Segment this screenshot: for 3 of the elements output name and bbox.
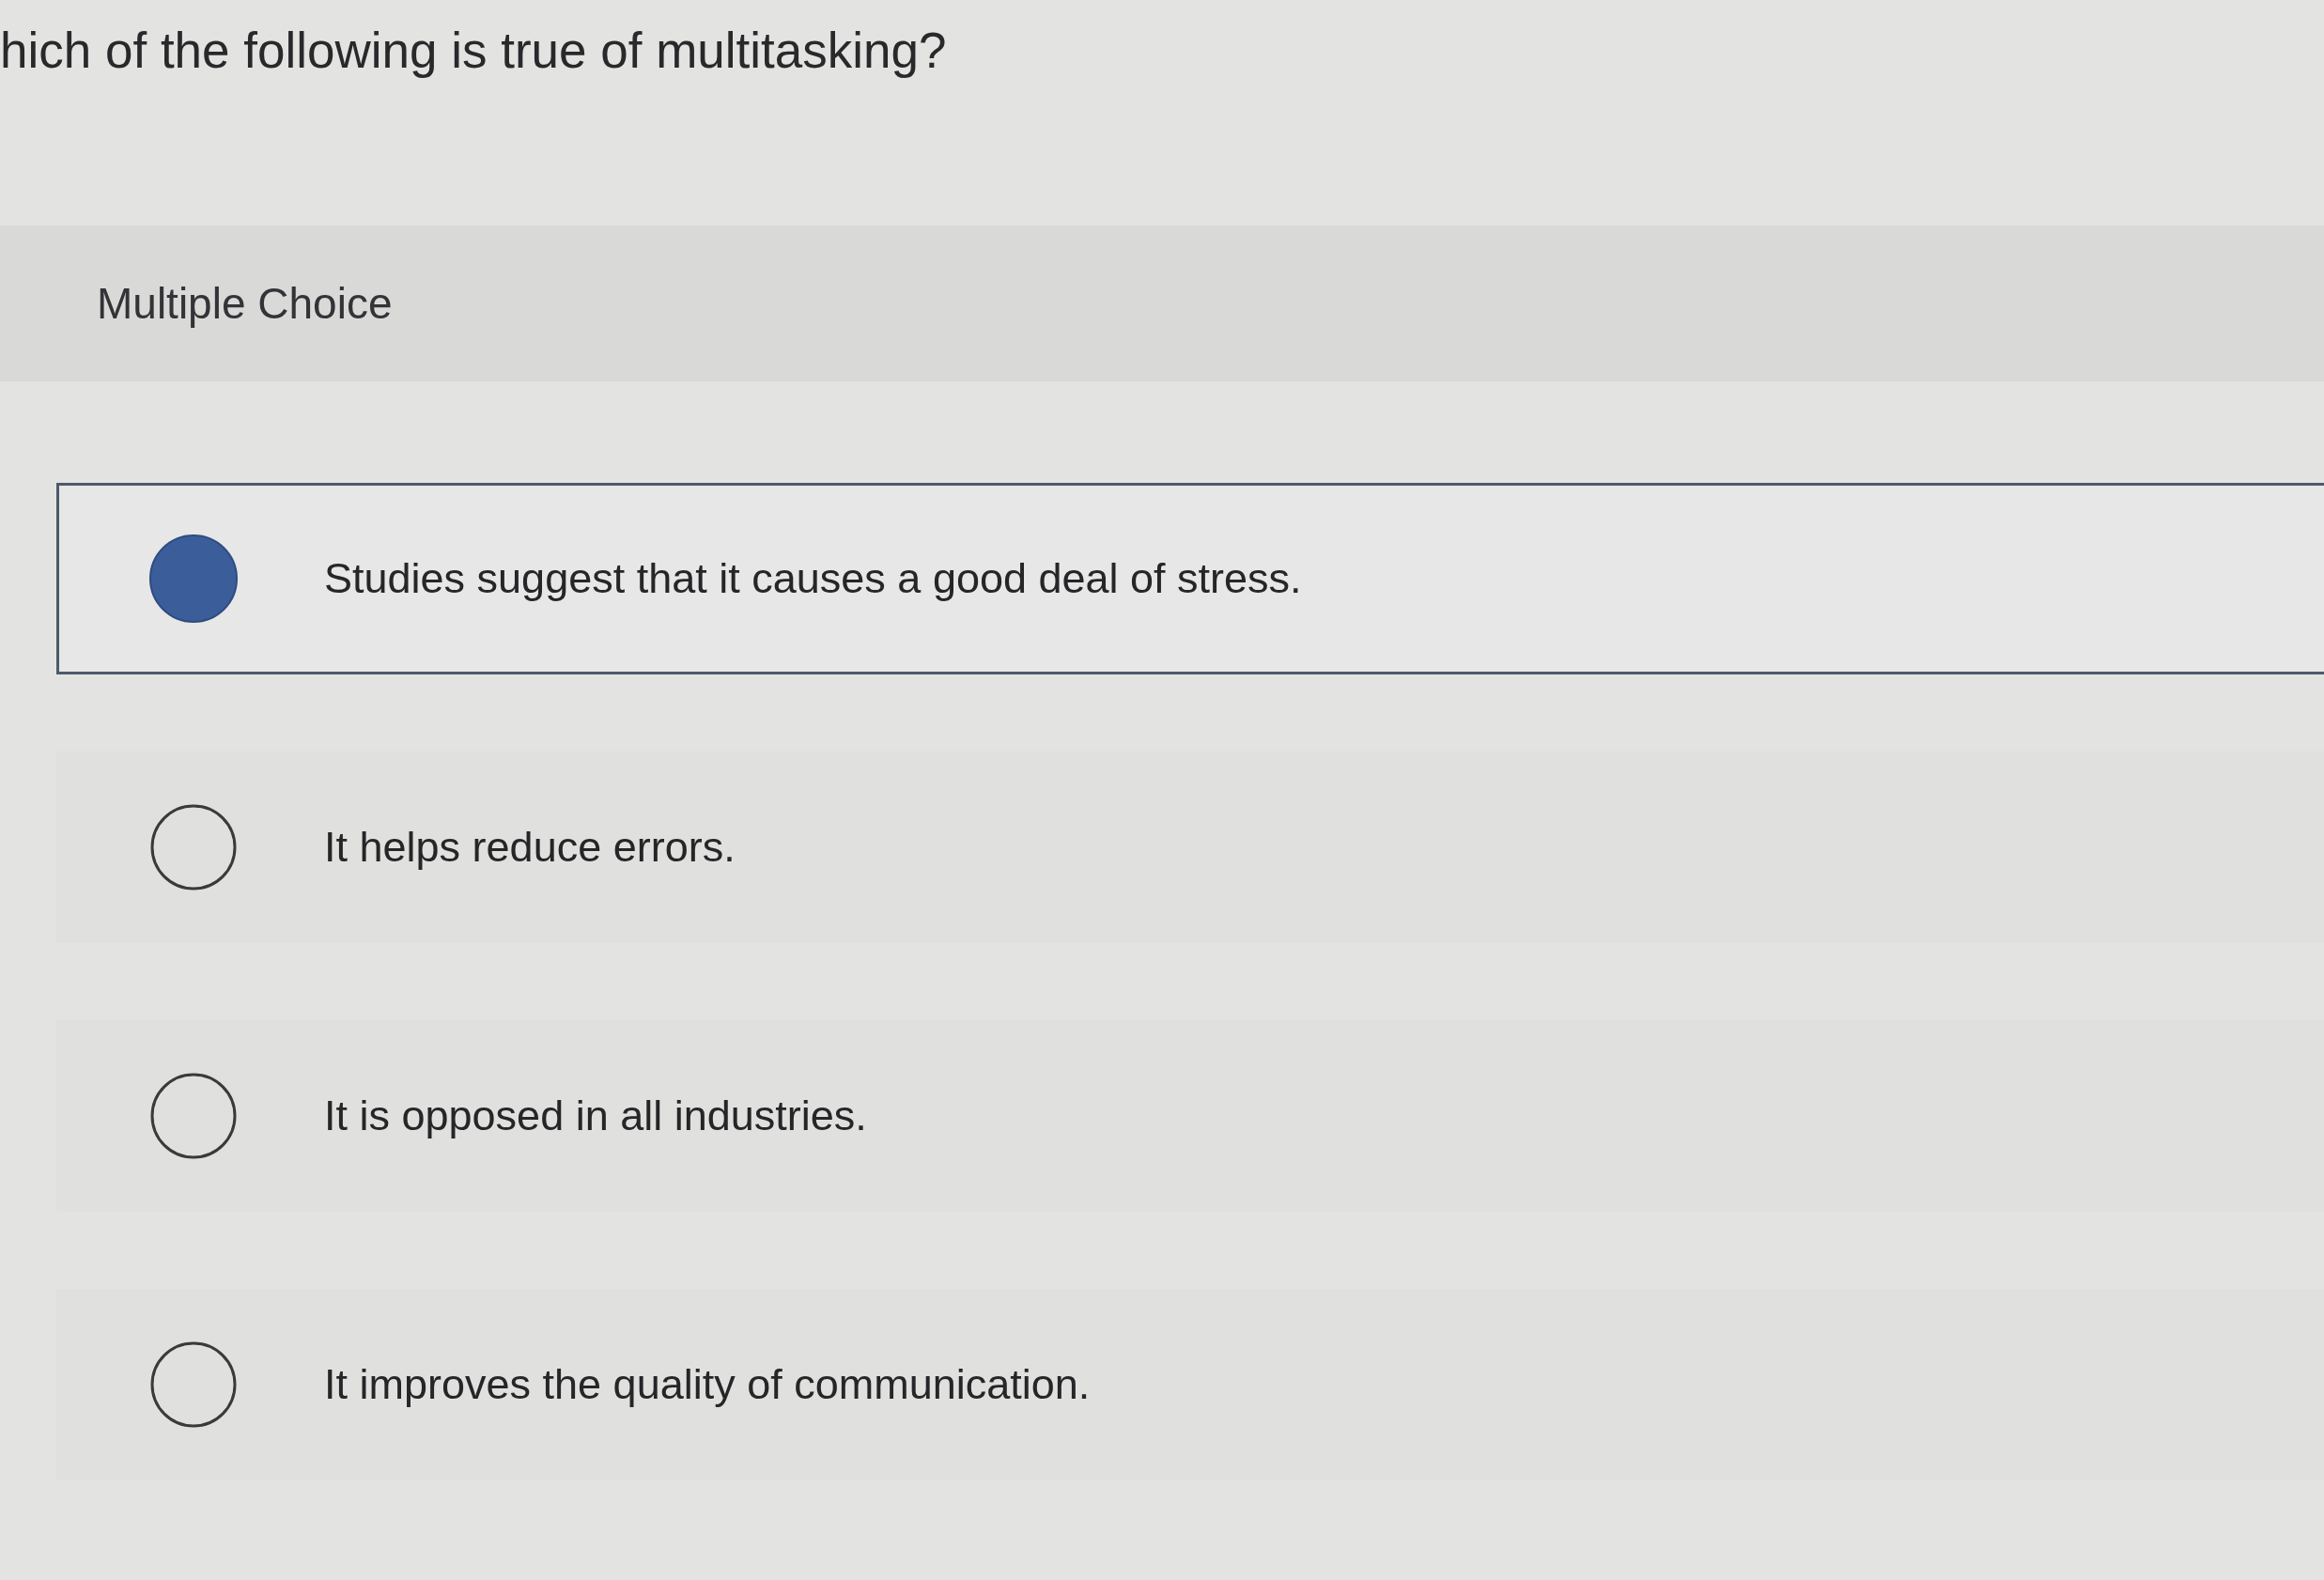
answer-option[interactable]: Studies suggest that it causes a good deal of stress. — [56, 483, 2324, 674]
question-text: hich of the following is true of multitasking? — [0, 23, 947, 78]
question-type-label: Multiple Choice — [97, 278, 393, 330]
